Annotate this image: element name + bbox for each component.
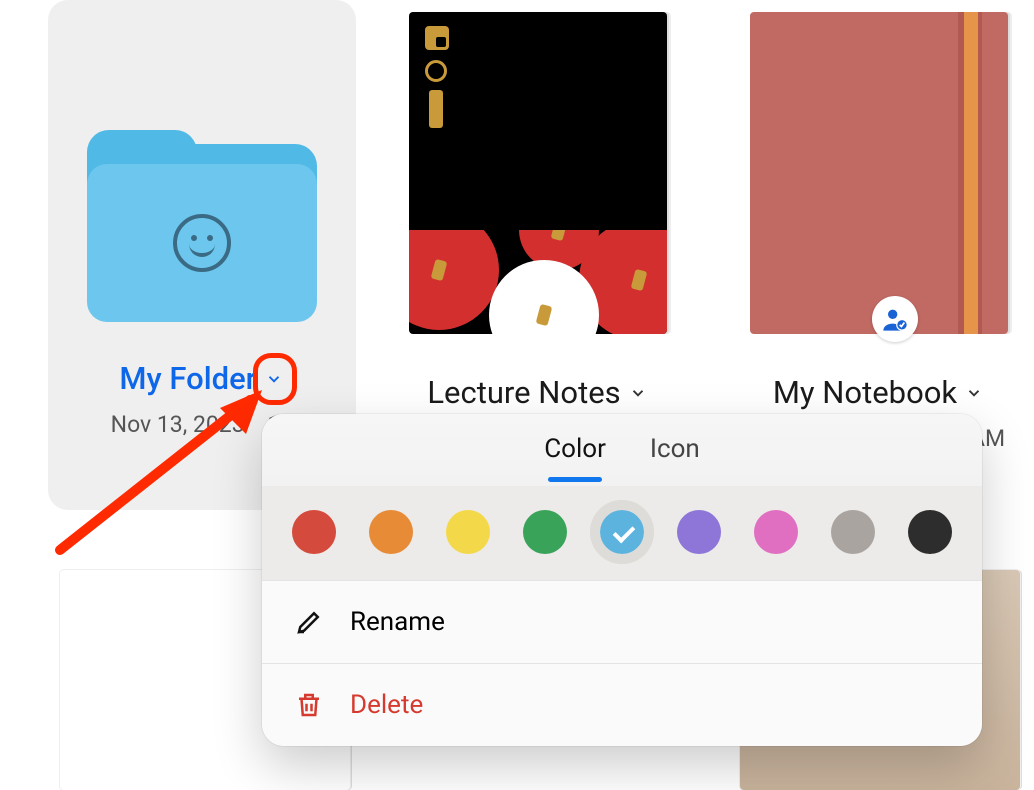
rename-label: Rename (350, 607, 445, 637)
popover-tabs: Color Icon (262, 414, 982, 486)
delete-label: Delete (350, 690, 423, 720)
trash-icon (294, 690, 324, 720)
rename-button[interactable]: Rename (262, 580, 982, 663)
notebook-cover (409, 12, 667, 334)
tab-icon[interactable]: Icon (650, 434, 700, 470)
color-swatch-red[interactable] (292, 510, 336, 554)
notebook-card-lecture[interactable]: Lecture Notes (393, 12, 683, 411)
notebook-title: Lecture Notes (427, 374, 620, 411)
delete-button[interactable]: Delete (262, 663, 982, 746)
color-swatch-yellow[interactable] (446, 510, 490, 554)
folder-icon (87, 130, 317, 320)
chevron-down-icon[interactable] (263, 368, 285, 390)
pencil-icon (294, 607, 324, 637)
chevron-down-icon[interactable] (627, 382, 649, 404)
smiley-icon (173, 214, 231, 272)
folder-options-popover: Color Icon Rename Delete (262, 414, 982, 746)
tab-color[interactable]: Color (544, 434, 606, 470)
shared-badge-icon (872, 296, 918, 342)
notebook-card-mynotebook[interactable]: My Notebook (734, 12, 1024, 411)
color-swatch-green[interactable] (523, 510, 567, 554)
color-swatch-purple[interactable] (677, 510, 721, 554)
chevron-down-icon[interactable] (963, 382, 985, 404)
color-swatch-blue[interactable] (600, 510, 644, 554)
color-swatch-gray[interactable] (831, 510, 875, 554)
notebook-cover (750, 12, 1008, 334)
folder-title: My Folder (119, 360, 256, 397)
color-swatch-orange[interactable] (369, 510, 413, 554)
color-swatch-black[interactable] (908, 510, 952, 554)
notebook-title: My Notebook (773, 374, 957, 411)
color-swatches (262, 486, 982, 580)
color-swatch-pink[interactable] (754, 510, 798, 554)
